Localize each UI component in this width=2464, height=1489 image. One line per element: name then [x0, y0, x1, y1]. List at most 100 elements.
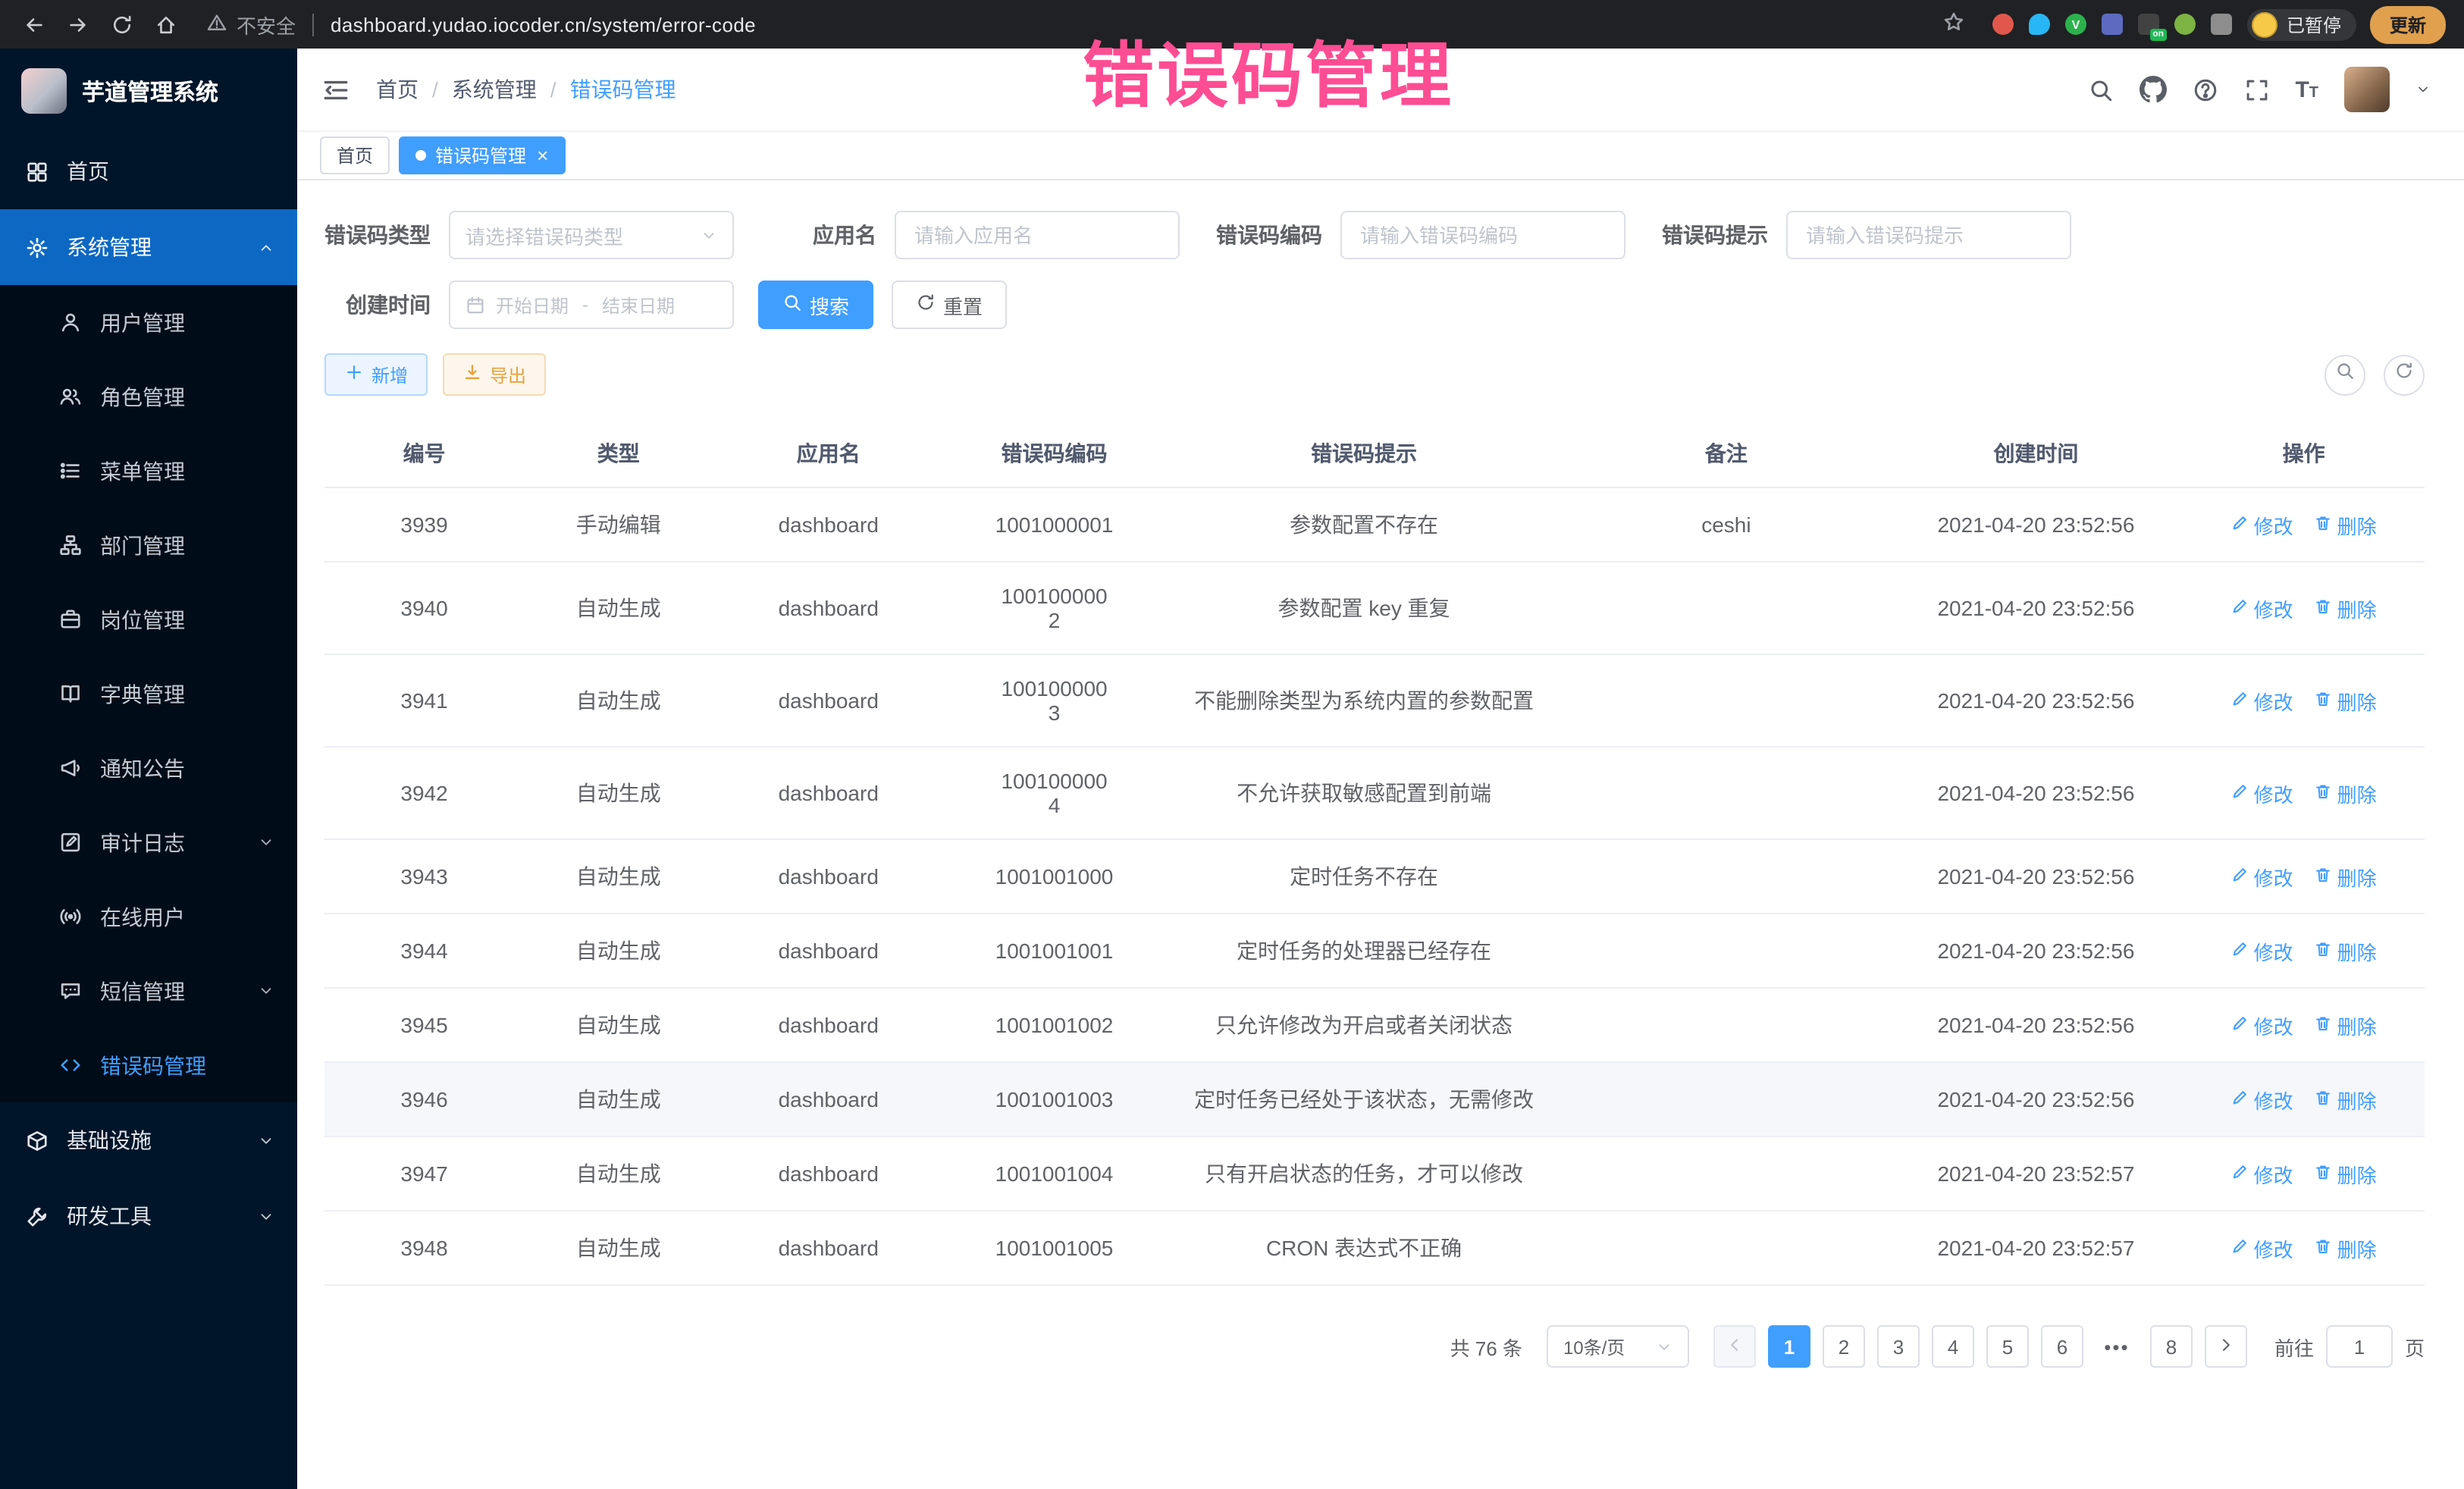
close-icon[interactable]: ×	[537, 146, 548, 165]
delete-link[interactable]: 删除	[2315, 510, 2377, 539]
table-row: 3939手动编辑dashboard1001000001参数配置不存在ceshi2…	[324, 487, 2425, 562]
cell-app: dashboard	[713, 487, 944, 562]
edit-link[interactable]: 修改	[2231, 936, 2293, 965]
url-text[interactable]: dashboard.yudao.iocoder.cn/system/error-…	[331, 13, 756, 36]
sidebar-item[interactable]: 研发工具	[0, 1178, 297, 1254]
user-avatar[interactable]	[2344, 67, 2390, 112]
forward-icon[interactable]	[62, 9, 92, 39]
back-icon[interactable]	[18, 9, 49, 39]
delete-link[interactable]: 删除	[2315, 594, 2377, 622]
security-chip[interactable]: 不安全	[206, 10, 296, 39]
sidebar-item[interactable]: 错误码管理	[0, 1028, 297, 1102]
extension-icon-2[interactable]	[2029, 14, 2050, 35]
bookmark-star-icon[interactable]	[1942, 11, 1965, 38]
tab-error-code[interactable]: 错误码管理 ×	[399, 136, 565, 174]
edit-link[interactable]: 修改	[2231, 510, 2293, 539]
pencil-icon	[2231, 782, 2249, 804]
extension-icon-6[interactable]	[2174, 14, 2196, 35]
page-button[interactable]: 4	[1932, 1325, 1974, 1368]
pencil-icon	[2231, 513, 2249, 536]
sidebar-item[interactable]: 在线用户	[0, 879, 297, 954]
sidebar-item[interactable]: 菜单管理	[0, 434, 297, 508]
page-button[interactable]: 3	[1877, 1325, 1920, 1368]
tab-home[interactable]: 首页	[320, 136, 390, 174]
edit-link[interactable]: 修改	[2231, 1085, 2293, 1114]
refresh-table-button[interactable]	[2384, 354, 2425, 395]
edit-link[interactable]: 修改	[2231, 686, 2293, 715]
page-button[interactable]: 2	[1823, 1325, 1865, 1368]
reload-icon[interactable]	[106, 9, 136, 39]
sidebar-item[interactable]: 系统管理	[0, 209, 297, 285]
table-row: 3941自动生成dashboard100100000 3不能删除类型为系统内置的…	[324, 654, 2425, 747]
reset-button[interactable]: 重置	[892, 281, 1007, 329]
column-header: 操作	[2183, 420, 2425, 487]
cell-code: 1001001002	[944, 988, 1165, 1062]
sidebar-item[interactable]: 审计日志	[0, 805, 297, 879]
page-button[interactable]: 1	[1768, 1325, 1810, 1368]
sidebar-item[interactable]: 首页	[0, 133, 297, 209]
page-size-select[interactable]: 10条/页	[1547, 1325, 1689, 1368]
edit-link[interactable]: 修改	[2231, 779, 2293, 807]
goto-page-input[interactable]	[2326, 1325, 2393, 1368]
sidebar-item[interactable]: 用户管理	[0, 285, 297, 359]
sidebar-item[interactable]: 字典管理	[0, 657, 297, 731]
search-button[interactable]: 搜索	[758, 281, 873, 329]
edit-link[interactable]: 修改	[2231, 594, 2293, 622]
audit-log-icon	[59, 831, 82, 854]
delete-link[interactable]: 删除	[2315, 1011, 2377, 1039]
edit-link[interactable]: 修改	[2231, 1234, 2293, 1262]
extension-icon-1[interactable]	[1992, 14, 2014, 35]
page-button[interactable]: 5	[1986, 1325, 2029, 1368]
edit-link[interactable]: 修改	[2231, 1011, 2293, 1039]
hamburger-icon[interactable]	[321, 75, 350, 104]
extension-icon-7[interactable]	[2211, 14, 2232, 35]
sidebar-item[interactable]: 岗位管理	[0, 582, 297, 657]
breadcrumb-home[interactable]: 首页	[376, 74, 419, 105]
extension-icon-3[interactable]: V	[2065, 14, 2086, 35]
date-range-picker[interactable]: 开始日期 - 结束日期	[449, 281, 734, 329]
help-icon[interactable]	[2192, 77, 2218, 102]
github-icon[interactable]	[2139, 76, 2166, 103]
font-size-icon[interactable]: TT	[2295, 77, 2318, 102]
edit-link[interactable]: 修改	[2231, 862, 2293, 891]
error-code-input[interactable]	[1340, 211, 1625, 259]
sidebar-item[interactable]: 通知公告	[0, 731, 297, 805]
export-button[interactable]: 导出	[443, 353, 546, 396]
cell-app: dashboard	[713, 839, 944, 914]
next-page-button[interactable]	[2205, 1325, 2247, 1368]
cell-app: dashboard	[713, 747, 944, 839]
sidebar-logo[interactable]: 芋道管理系统	[0, 49, 297, 133]
cell-created: 2021-04-20 23:52:56	[1889, 988, 2183, 1062]
delete-link[interactable]: 删除	[2315, 686, 2377, 715]
page-button[interactable]: 8	[2150, 1325, 2193, 1368]
browser-update-button[interactable]: 更新	[2370, 5, 2446, 43]
extension-icon-5[interactable]: on	[2138, 14, 2159, 35]
prev-page-button[interactable]	[1713, 1325, 1756, 1368]
sidebar-item[interactable]: 基础设施	[0, 1102, 297, 1178]
pagination-more[interactable]: •••	[2096, 1325, 2138, 1368]
sidebar-item[interactable]: 部门管理	[0, 508, 297, 582]
profile-pill[interactable]: 已暂停	[2247, 8, 2356, 40]
chevron-down-icon[interactable]	[2415, 82, 2431, 97]
page-button[interactable]: 6	[2041, 1325, 2083, 1368]
error-type-select[interactable]: 请选择错误码类型	[449, 211, 734, 259]
sidebar-item[interactable]: 短信管理	[0, 954, 297, 1028]
delete-link[interactable]: 删除	[2315, 1159, 2377, 1188]
app-name-input[interactable]	[895, 211, 1180, 259]
delete-link[interactable]: 删除	[2315, 1085, 2377, 1114]
add-button[interactable]: 新增	[324, 353, 428, 396]
edit-link[interactable]: 修改	[2231, 1159, 2293, 1188]
sidebar-item[interactable]: 角色管理	[0, 359, 297, 434]
home-icon[interactable]	[150, 9, 180, 39]
delete-link[interactable]: 删除	[2315, 1234, 2377, 1262]
fullscreen-icon[interactable]	[2243, 77, 2269, 102]
delete-link[interactable]: 删除	[2315, 936, 2377, 965]
extension-icon-4[interactable]	[2102, 14, 2123, 35]
search-icon[interactable]	[2087, 77, 2113, 102]
breadcrumb-system[interactable]: 系统管理	[452, 74, 537, 105]
error-message-input[interactable]	[1786, 211, 2071, 259]
table-row: 3942自动生成dashboard100100000 4不允许获取敏感配置到前端…	[324, 747, 2425, 839]
toggle-search-button[interactable]	[2324, 354, 2365, 395]
delete-link[interactable]: 删除	[2315, 779, 2377, 807]
delete-link[interactable]: 删除	[2315, 862, 2377, 891]
